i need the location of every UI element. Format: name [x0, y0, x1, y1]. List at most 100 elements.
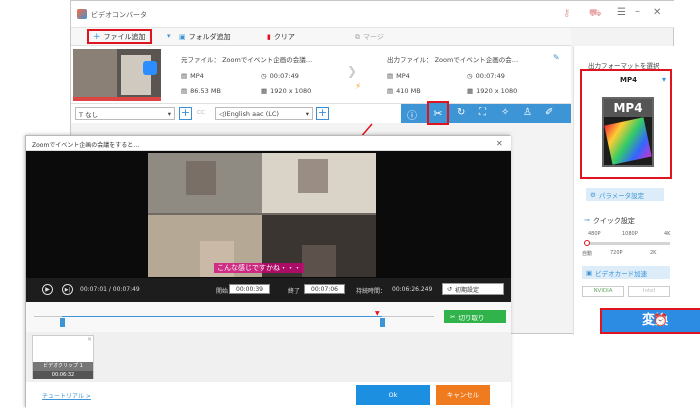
output-duration: ◷ 00:07:49 [467, 72, 505, 80]
cancel-button[interactable]: キャンセル [436, 385, 490, 405]
start-label: 開始 [216, 288, 229, 295]
playhead-marker[interactable]: ▼ [375, 310, 380, 317]
reset-label: 初期設定 [455, 286, 480, 294]
add-file-label: ファイル追加 [103, 32, 146, 41]
quality-slider[interactable] [584, 240, 670, 246]
quick-settings-label: ⊸ クイック設定 [584, 216, 635, 225]
output-size: ▤ 410 MB [387, 87, 421, 95]
dialog-title: Zoomでイベント企画の会議をすると… [32, 142, 140, 149]
trim-timeline: ▼ ✂ 切り取り [26, 302, 511, 332]
start-time-field[interactable]: 00:00:39 [229, 284, 270, 294]
gpu-acceleration-toggle[interactable]: ▣ ビデオカード加速 [582, 266, 670, 279]
watermark-icon[interactable]: ♙ [523, 107, 532, 118]
info-icon[interactable]: ⓘ [407, 107, 417, 122]
video-thumbnail[interactable] [73, 49, 161, 101]
speaker-icon: ◁) [219, 109, 227, 118]
reset-icon: ↺ [447, 285, 453, 293]
title-bar: ビデオコンバータ ⚷ ⛟ ☰ – ✕ [71, 1, 675, 28]
video-preview[interactable]: こんな感じですかね・・・ [26, 151, 511, 278]
source-size: ▤ 86.53 MB [181, 87, 221, 95]
add-folder-button[interactable]: ▣ フォルダ追加 [179, 31, 231, 43]
current-time: 00:07:01 / 00:07:49 [80, 286, 140, 293]
trim-start-handle[interactable] [60, 318, 65, 327]
format-icon: ▤ [387, 72, 394, 80]
format-value: MP4 [620, 76, 637, 84]
scissors-icon: ✂ [433, 106, 443, 120]
add-subtitle-button[interactable]: + [179, 107, 192, 120]
clip-duration: 00:06:32 [33, 371, 93, 379]
chevron-down-icon: ▾ [662, 75, 667, 84]
clip-name: ビデオクリップ 1 [33, 362, 93, 371]
convert-button[interactable]: 変換 [600, 308, 700, 334]
dialog-title-bar: Zoomでイベント企画の会議をすると… ✕ [26, 136, 511, 151]
key-icon[interactable]: ⚷ [563, 8, 570, 19]
trim-dialog: Zoomでイベント企画の会議をすると… ✕ こんな感じですかね・・・ ▶ ▶| … [25, 135, 511, 408]
mp4-format-icon: MP4 [602, 97, 654, 167]
duration-label: 持続時間： [356, 288, 387, 295]
end-time-field[interactable]: 00:07:06 [304, 284, 345, 294]
clear-button[interactable]: ▮ クリア [267, 31, 295, 43]
dialog-footer: チュートリアル > Ok キャンセル [26, 382, 511, 408]
gpu-acceleration-label: ビデオカード加速 [595, 269, 648, 278]
source-format: ▤ MP4 [181, 72, 204, 80]
menu-icon[interactable]: ☰ [617, 7, 626, 18]
play-icon[interactable]: ▶ [42, 284, 53, 295]
merge-button[interactable]: ⧉ マージ [355, 31, 384, 43]
scissors-icon: ✂ [450, 312, 456, 321]
slider-icon: ⊸ [584, 216, 590, 224]
clip-close-icon[interactable]: ✕ [87, 336, 92, 343]
gpu-icon: ▣ [586, 268, 593, 277]
audio-select[interactable]: ◁)English aac (LC) ▾ [215, 107, 313, 120]
subtitle-select[interactable]: T なし ▾ [75, 107, 175, 120]
ok-button[interactable]: Ok [356, 385, 430, 405]
settings-icon: ⚙ [590, 190, 596, 199]
output-format: ▤ MP4 [387, 72, 410, 80]
timeline-selection [62, 316, 382, 317]
video-subtitle: こんな感じですかね・・・ [214, 263, 304, 273]
duration-value: 00:06:26.249 [392, 286, 433, 293]
size-icon: ▤ [181, 87, 188, 95]
cart-icon[interactable]: ⛟ [589, 8, 602, 21]
output-file-label: 出力ファイル： Zoomでイベント企画の会… [387, 56, 519, 64]
edit-tools-bar: ⓘ ✂ ↻ ⛶ ✧ ♙ ✐ [401, 101, 571, 125]
end-label: 終了 [288, 288, 301, 295]
close-icon[interactable]: ✕ [653, 7, 661, 18]
crop-icon[interactable]: ⛶ [479, 107, 486, 118]
playback-controls: ▶ ▶| 00:07:01 / 00:07:49 開始 00:00:39 終了 … [26, 278, 511, 302]
trim-end-handle[interactable] [380, 318, 385, 327]
trash-icon: ▮ [267, 33, 271, 41]
cut-button[interactable]: ✂ 切り取り [444, 310, 506, 323]
effects-wand-icon[interactable]: ✧ [501, 107, 509, 118]
step-forward-icon[interactable]: ▶| [62, 284, 73, 295]
quality-slider-handle[interactable] [584, 240, 590, 246]
rotate-icon[interactable]: ↻ [457, 107, 465, 118]
text-icon: T [79, 110, 83, 119]
dialog-close-icon[interactable]: ✕ [496, 139, 503, 148]
edit-pencil-icon[interactable]: ✎ [553, 53, 560, 62]
edit-icon[interactable]: ✐ [545, 107, 553, 118]
subtitle-cc-icon[interactable]: cc [197, 108, 205, 116]
reset-button[interactable]: ↺ 初期設定 [442, 283, 504, 295]
clear-label: クリア [273, 33, 295, 41]
clip-item[interactable]: ✕ ビデオクリップ 1 00:06:32 [32, 335, 94, 379]
add-file-dropdown-icon[interactable]: ▾ [167, 32, 171, 40]
parameter-settings-button[interactable]: ⚙ パラメータ設定 [586, 188, 664, 201]
file-info-row: 元ファイル： Zoomでイベント企画の会議… ▤ MP4 ◷ 00:07:49 ▤ 8… [71, 46, 571, 104]
alarm-clock-icon[interactable]: ⏰ [653, 313, 668, 327]
trim-scissors-button[interactable]: ✂ [427, 101, 449, 125]
tutorial-link[interactable]: チュートリアル > [42, 391, 91, 400]
folder-icon: ▣ [179, 33, 186, 41]
source-file-label: 元ファイル： Zoomでイベント企画の会議… [181, 56, 313, 64]
audio-value: English aac (LC) [226, 109, 279, 118]
add-file-button[interactable]: + ファイル追加 [87, 29, 152, 44]
clock-icon: ◷ [467, 72, 473, 80]
source-resolution: ▦ 1920 x 1080 [261, 87, 312, 95]
subtitle-value: なし [85, 110, 99, 119]
output-format-title: 出力フォーマットを選択 [588, 62, 660, 70]
app-title: ビデオコンバータ [91, 11, 147, 19]
minimize-icon[interactable]: – [635, 6, 640, 17]
merge-label: マージ [363, 33, 384, 41]
output-format-selector[interactable]: 出力フォーマットを選択 MP4 ▾ MP4 [580, 62, 672, 179]
intel-badge: Intel [628, 286, 670, 297]
resolution-icon: ▦ [467, 87, 474, 95]
